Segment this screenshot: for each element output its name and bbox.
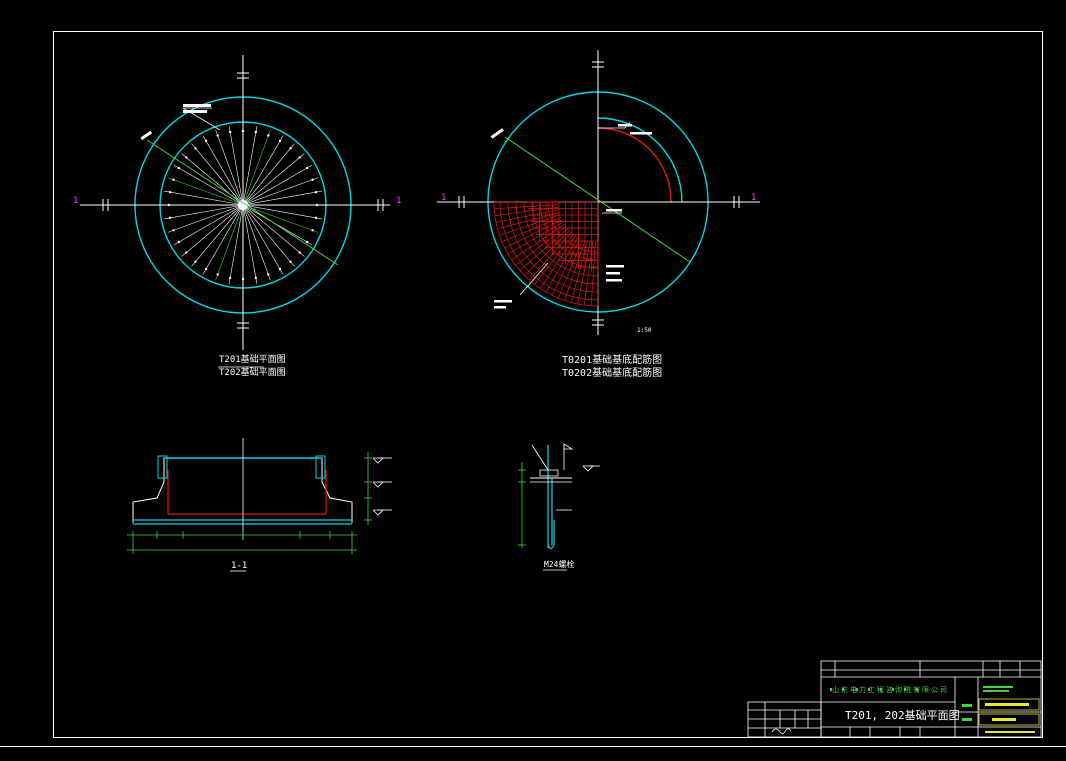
bolt-dot [241,129,245,133]
inner-arc-right [597,117,683,203]
section-mark-left-b: 1 [396,196,402,206]
bolt-dot [194,147,197,150]
bolt-detail-view [518,443,600,571]
detail-caption: M24螺栓 [544,560,575,569]
bolt-dot [267,273,270,276]
rebar-mesh-quadrant [493,201,599,307]
detail-leaders [531,443,600,511]
elevation-marks [372,457,392,516]
bolt-dot [305,240,309,244]
drawing-svg [0,31,1066,747]
plan-right-caption-2: T0202基础基底配筋图 [562,368,663,379]
bolt-dot [314,216,318,219]
section-mark-left-a: 1 [73,196,79,206]
bolt-dot [314,191,318,194]
bolt-dot [172,178,175,181]
title-block-drawing-title: T201, 202基础平面图 [845,709,960,722]
bolt-dot [311,229,314,232]
bolt-dot [298,156,301,159]
bolt-nut [539,469,559,477]
bolt-dot [185,156,188,159]
bolt-dot [305,166,309,170]
rebar-arc-red [597,127,672,203]
bolt-dot [172,229,175,232]
section-mark-right-b: 1 [751,193,757,203]
radial-rebar [577,241,591,305]
radial-rebar [545,236,579,293]
plan-left-caption-2: T202基础平面图 [219,368,286,378]
bolt-dot [194,260,197,263]
radial-rebar [507,221,564,255]
bolt-dot [177,166,181,170]
pedestal-outline [132,457,353,523]
plan-view-right [437,50,760,335]
bolt-dot [278,267,282,271]
title-block-company: 山东电力工程咨询院有限公司 [832,686,949,694]
leader-labels-left [140,104,221,141]
title-block [747,660,1042,738]
bolt-box-right [315,455,326,479]
bolt-dot [168,216,172,219]
plan-left-caption-1: T201基础平面图 [219,355,286,365]
bolt-dot [168,191,172,194]
plan-right-scale-note: 1:50 [637,327,652,334]
bolt-dot [241,277,245,281]
bolt-dot [216,273,219,276]
signature-mark [771,728,792,734]
anchor-bolt-spokes [163,125,323,285]
radial-rebar [495,209,559,223]
bolt-dot [229,130,232,134]
bolt-dot [177,240,181,244]
dim-ticks-bottom [132,531,353,554]
bolt-box-left [157,455,168,479]
bolt-hook [547,520,555,550]
bolt-dot [204,139,208,143]
bolt-dot [298,251,301,254]
bolt-dot [289,260,292,263]
outer-frame [53,31,1043,738]
bolt-dot [254,130,257,134]
bolt-dot [267,134,270,137]
bolt-dot [289,147,292,150]
bolt-dot [185,251,188,254]
bolt-dot [167,203,171,207]
section-mark-right-a: 1 [441,193,447,203]
bolt-dot [315,203,319,207]
plan-right-caption-1: T0201基础基底配筋图 [562,355,663,366]
bolt-dot [278,139,282,143]
plan-view-left [80,55,390,368]
bolt-dot [254,276,257,280]
bolt-dot [204,267,208,271]
section-view-1-1 [127,438,392,572]
cad-drawing-canvas[interactable]: 1 1 1 1 T201基础平面图 T202基础平面图 T0201基础基底配筋图… [0,0,1066,757]
bolt-dot [216,134,219,137]
axis-ticks-right [458,61,740,326]
bolt-dot [311,178,314,181]
bolt-dot [229,276,232,280]
section-caption: 1-1 [231,561,248,571]
